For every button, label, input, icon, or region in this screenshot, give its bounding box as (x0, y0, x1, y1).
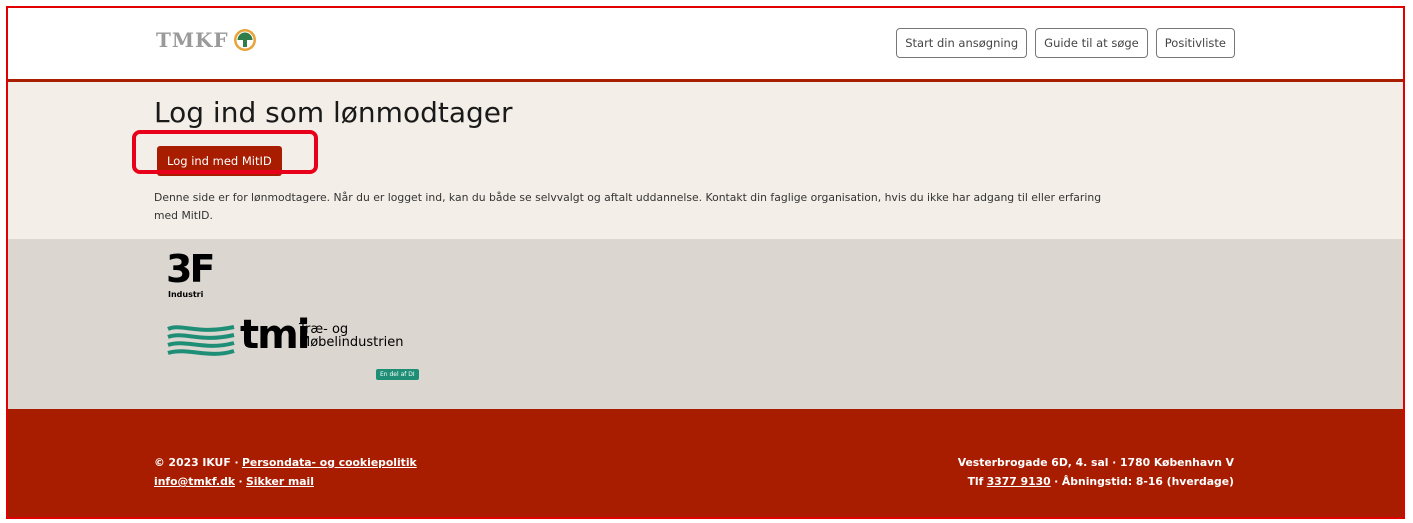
3f-logo-subtitle: Industri (168, 290, 204, 299)
phone-prefix: Tlf (967, 475, 984, 488)
footer-right: Vesterbrogade 6D, 4. sal · 1780 Københav… (958, 453, 1234, 491)
footer-copyright-line: © 2023 IKUF · Persondata- og cookiepolit… (154, 453, 417, 472)
tmi-name-line-2: Møbelindustrien (299, 335, 404, 350)
start-application-button[interactable]: Start din ansøgning (896, 28, 1028, 58)
page-title: Log ind som lønmodtager (154, 96, 513, 129)
description-line-2: med MitID. (154, 209, 213, 222)
email-link[interactable]: info@tmkf.dk (154, 475, 235, 488)
site-logo[interactable]: TMKF (156, 28, 257, 52)
tmi-badge: En del af DI (376, 369, 419, 380)
footer-address: Vesterbrogade 6D, 4. sal · 1780 Københav… (957, 456, 1234, 469)
footer-separator: · (238, 475, 243, 488)
tmi-logo[interactable]: tmi Træ- og Møbelindustrien En del af DI (166, 315, 426, 385)
tmi-name: Træ- og Møbelindustrien (299, 323, 403, 349)
site-footer: © 2023 IKUF · Persondata- og cookiepolit… (8, 409, 1403, 517)
secure-mail-link[interactable]: Sikker mail (246, 475, 314, 488)
tree-logo-icon (233, 29, 256, 51)
footer-phone-line: Tlf 3377 9130 · Åbningstid: 8-16 (hverda… (958, 472, 1234, 491)
3f-logo-mark: 3F (166, 247, 215, 291)
logo-text: TMKF (156, 28, 229, 52)
guide-button[interactable]: Guide til at søge (1035, 28, 1148, 58)
positive-list-button[interactable]: Positivliste (1155, 28, 1235, 58)
login-section: Log ind som lønmodtager Log ind med MitI… (8, 82, 1403, 239)
phone-link[interactable]: 3377 9130 (987, 475, 1051, 488)
header-nav: Start din ansøgning Guide til at søge Po… (896, 28, 1235, 58)
privacy-policy-link[interactable]: Persondata- og cookiepolitik (242, 456, 417, 469)
footer-left: © 2023 IKUF · Persondata- og cookiepolit… (154, 453, 417, 491)
description-line-1: Denne side er for lønmodtagere. Når du e… (154, 191, 1102, 204)
partners-section: 3F Industri tmi Træ- og Møbelindustrien … (8, 239, 1403, 409)
highlight-box (132, 130, 318, 174)
3f-industri-logo[interactable]: 3F Industri (166, 247, 215, 299)
page-frame: TMKF Start din ansøgning Guide til at sø… (6, 6, 1405, 519)
opening-hours: · Åbningstid: 8-16 (hverdage) (1054, 475, 1234, 488)
site-header: TMKF Start din ansøgning Guide til at sø… (8, 8, 1403, 82)
tmi-waves-icon (167, 325, 235, 356)
login-description: Denne side er for lønmodtagere. Når du e… (154, 189, 1234, 225)
footer-contact-line: info@tmkf.dk · Sikker mail (154, 472, 417, 491)
copyright-text: © 2023 IKUF · (154, 456, 239, 469)
